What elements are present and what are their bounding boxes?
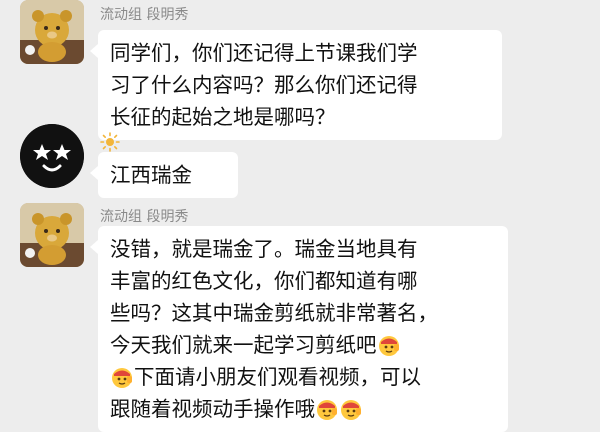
student-avatar[interactable] — [20, 124, 84, 188]
message-line: 长征的起始之地是哪吗？ — [110, 105, 336, 129]
message-line-text: 下面请小朋友们观看视频，可以 — [134, 365, 421, 389]
message-line: 同学们，你们还记得上节课我们学 — [110, 41, 418, 65]
message-line: 些吗？这其中瑞金剪纸就非常著名， — [110, 301, 438, 325]
sender-name: 流动组 段明秀 — [100, 209, 189, 225]
message-line: 没错，就是瑞金了。瑞金当地具有 — [110, 237, 418, 261]
sender-name: 流动组 段明秀 — [100, 7, 189, 23]
message-line: 习了什么内容吗？那么你们还记得 — [110, 73, 418, 97]
teacher-avatar[interactable] — [20, 203, 84, 267]
message-bubble[interactable]: 江西瑞金 — [90, 152, 238, 198]
salute-face-emoji-icon — [315, 397, 339, 421]
sun-icon — [100, 132, 120, 152]
message-line-with-emoji: 下面请小朋友们观看视频，可以 — [110, 361, 496, 393]
salute-face-emoji-icon — [110, 365, 134, 389]
message-bubble[interactable]: 没错，就是瑞金了。瑞金当地具有 丰富的红色文化，你们都知道有哪 些吗？这其中瑞金… — [90, 226, 508, 432]
message-bubble[interactable]: 同学们，你们还记得上节课我们学 习了什么内容吗？那么你们还记得 长征的起始之地是… — [90, 30, 502, 140]
message-line-text: 跟随着视频动手操作哦 — [110, 397, 315, 421]
salute-face-emoji-icon — [339, 397, 363, 421]
salute-face-emoji-icon — [377, 333, 401, 357]
message-line: 丰富的红色文化，你们都知道有哪 — [110, 269, 418, 293]
teacher-avatar[interactable] — [20, 0, 84, 64]
message-line-text: 今天我们就来一起学习剪纸吧 — [110, 333, 377, 357]
message-line-with-emoji: 跟随着视频动手操作哦 — [110, 393, 496, 425]
message-line: 江西瑞金 — [110, 163, 192, 187]
message-line-with-emoji: 今天我们就来一起学习剪纸吧 — [110, 329, 496, 361]
